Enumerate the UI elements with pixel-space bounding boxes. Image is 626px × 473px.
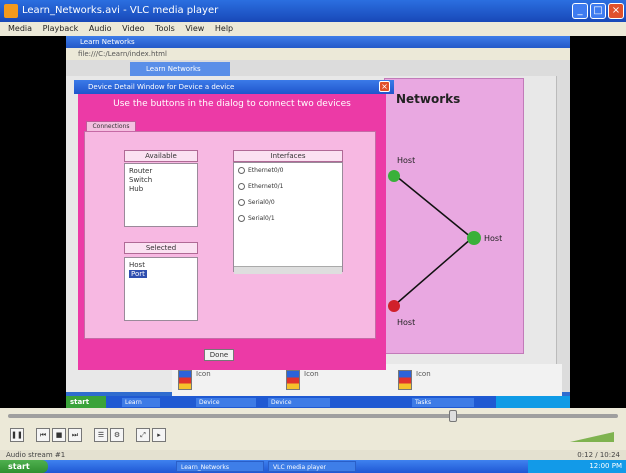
available-list: Router Switch Hub [124, 163, 198, 227]
status-left: Audio stream #1 [6, 451, 66, 459]
volume-slider[interactable] [570, 432, 614, 442]
inner-task: Device [196, 398, 256, 407]
radio-icon [238, 215, 245, 222]
radio-icon [238, 199, 245, 206]
maximize-button[interactable]: □ [590, 3, 606, 19]
minimize-button[interactable]: _ [572, 3, 588, 19]
volume-level [570, 432, 614, 442]
interfaces-list: Ethernet0/0 Ethernet0/1 Serial0/0 Serial… [233, 162, 343, 272]
node-label: Host [397, 156, 416, 165]
dialog-instruction: Use the buttons in the dialog to connect… [113, 99, 351, 109]
link-line [395, 175, 473, 239]
prev-icon[interactable]: ⏮ [36, 428, 50, 442]
menu-video[interactable]: Video [122, 24, 144, 33]
browser-scrollbar [556, 76, 570, 392]
interface-label: Ethernet0/1 [248, 183, 284, 190]
menu-view[interactable]: View [185, 24, 204, 33]
browser-tab: Learn Networks [130, 62, 230, 76]
browser-tab-label: Learn Networks [146, 65, 201, 73]
vlc-icon [4, 4, 18, 18]
player-title: Learn_Networks.avi - VLC media player [22, 5, 219, 16]
file-icon [286, 370, 300, 390]
status-bar: Audio stream #1 0:12 / 10:24 [0, 450, 626, 460]
taskbar-item[interactable]: VLC media player [268, 461, 356, 472]
browser-address: file:///C:/Learn/index.html [78, 50, 167, 58]
next-icon[interactable]: ⏭ [68, 428, 82, 442]
fullscreen-icon[interactable]: ⤢ [136, 428, 150, 442]
frame-step-icon[interactable]: ▸ [152, 428, 166, 442]
player-menu-bar: Media Playback Audio Video Tools View He… [0, 22, 626, 36]
interface-label: Serial0/1 [248, 215, 275, 222]
dialog-title-bar: Device Detail Window for Device a device… [74, 80, 394, 94]
selected-list-item: Port [129, 270, 147, 278]
file-label: Icon [416, 370, 431, 378]
link-line [395, 237, 473, 305]
menu-media[interactable]: Media [8, 24, 32, 33]
list-item: Switch [129, 176, 153, 184]
network-node [388, 170, 400, 182]
extended-settings-icon[interactable]: ⚙ [110, 428, 124, 442]
taskbar-item[interactable]: Learn_Networks [176, 461, 264, 472]
player-title-bar[interactable]: Learn_Networks.avi - VLC media player _ … [0, 0, 626, 22]
pause-icon[interactable]: ❚❚ [10, 428, 24, 442]
list-item: Router [129, 167, 153, 175]
browser-address-bar: file:///C:/Learn/index.html [66, 48, 570, 60]
menu-playback[interactable]: Playback [43, 24, 79, 33]
file-icon [398, 370, 412, 390]
available-list-header: Available [124, 150, 198, 162]
interfaces-scrollbar [234, 266, 342, 274]
node-label: Host [484, 234, 503, 243]
interface-option: Serial0/1 [234, 211, 342, 227]
seek-bar[interactable] [8, 414, 618, 418]
selected-list: Host Port [124, 257, 198, 321]
browser-title: Learn Networks [80, 38, 135, 46]
radio-icon [238, 183, 245, 190]
menu-audio[interactable]: Audio [89, 24, 112, 33]
file-icon [178, 370, 192, 390]
file-label: Icon [196, 370, 211, 378]
menu-tools[interactable]: Tools [155, 24, 175, 33]
status-time: 0:12 / 10:24 [577, 451, 620, 459]
interface-option: Ethernet0/0 [234, 163, 342, 179]
start-button[interactable]: start [0, 460, 48, 473]
file-label: Icon [304, 370, 319, 378]
interface-option: Serial0/0 [234, 195, 342, 211]
radio-icon [238, 167, 245, 174]
selected-list-header: Selected [124, 242, 198, 254]
interface-label: Serial0/0 [248, 199, 275, 206]
system-tray: 12:00 PM [528, 460, 626, 473]
playlist-icon[interactable]: ☰ [94, 428, 108, 442]
stop-icon[interactable]: ■ [52, 428, 66, 442]
close-button[interactable]: × [608, 3, 624, 19]
node-label: Host [397, 318, 416, 327]
done-button: Done [204, 349, 234, 361]
inner-tray [496, 396, 570, 408]
list-item: Port [129, 270, 193, 279]
dialog-close-icon: × [379, 81, 390, 92]
browser-title-bar: Learn Networks [66, 36, 570, 48]
menu-help[interactable]: Help [215, 24, 233, 33]
inner-start-button: start [66, 396, 106, 408]
list-item: Hub [129, 185, 144, 193]
list-item: Host [129, 261, 145, 269]
network-node [388, 300, 400, 312]
network-node [467, 231, 481, 245]
seek-handle[interactable] [449, 410, 458, 422]
dialog-title: Device Detail Window for Device a device [88, 83, 235, 91]
clock: 12:00 PM [589, 462, 622, 470]
interface-label: Ethernet0/0 [248, 167, 284, 174]
network-diagram [388, 170, 481, 312]
inner-task: Device [268, 398, 330, 407]
inner-task: Tasks [412, 398, 474, 407]
interfaces-header: Interfaces [233, 150, 343, 162]
inner-task: Learn [122, 398, 160, 407]
interface-option: Ethernet0/1 [234, 179, 342, 195]
